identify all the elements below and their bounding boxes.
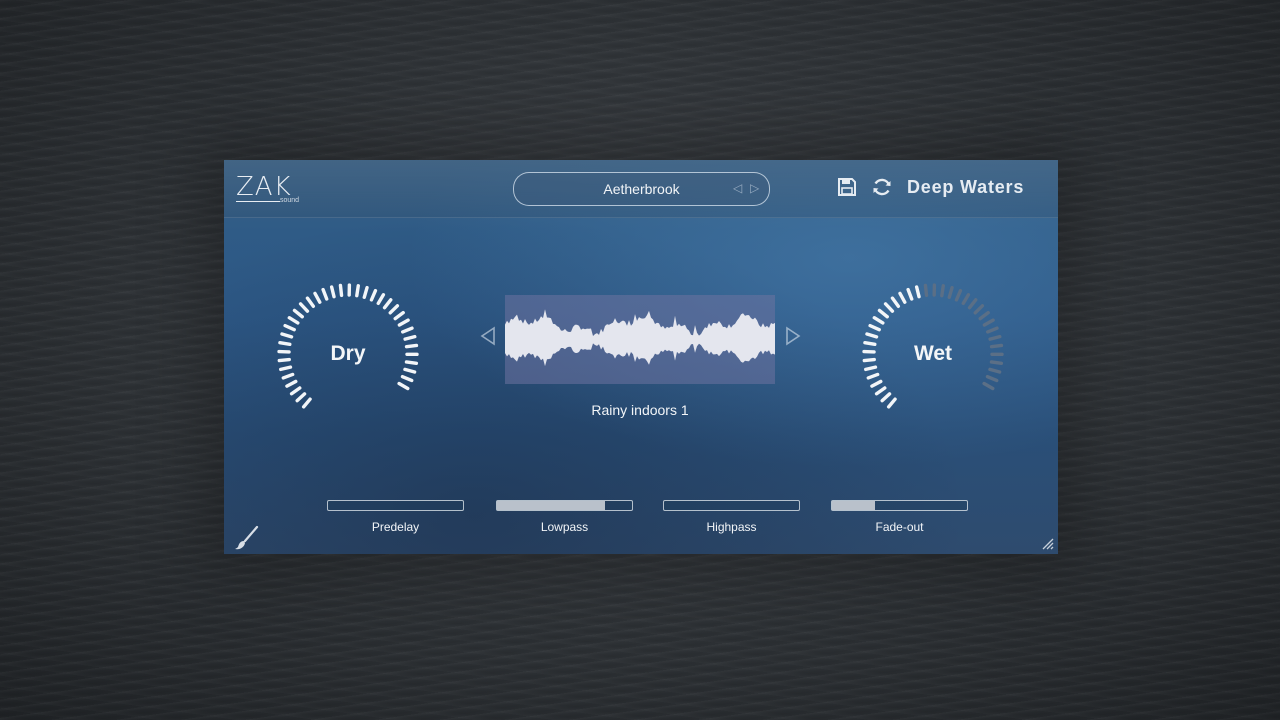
wet-knob[interactable]: Wet [858,279,1008,429]
lowpass-label: Lowpass [540,520,589,534]
highpass-slider[interactable] [663,500,800,511]
refresh-icon[interactable] [871,176,893,198]
fade-out-slider[interactable] [831,500,968,511]
product-name: Deep Waters [907,177,1025,197]
predelay-slider[interactable] [327,500,464,511]
paintbrush-icon[interactable] [232,524,260,552]
fade-out-label: Fade-out [875,520,924,534]
dry-knob-label: Dry [330,342,366,365]
predelay-label: Predelay [371,520,420,534]
dry-knob[interactable]: Dry [273,279,423,429]
lowpass-slider[interactable] [496,500,633,511]
save-icon[interactable] [837,177,857,197]
plugin-window: ZAK sound Aetherbrook ◁ ▷ Deep Waters Dr… [224,160,1058,554]
waveform-path [505,309,775,367]
preset-name: Aetherbrook [603,181,680,197]
next-preset-icon[interactable]: ▷ [750,181,759,195]
wet-knob-label: Wet [913,342,953,365]
lowpass-slider-fill [497,501,605,510]
prev-preset-icon[interactable]: ◁ [733,181,742,195]
sample-waveform[interactable] [505,295,775,384]
sample-name: Rainy indoors 1 [591,402,689,418]
resize-grip-icon[interactable] [1040,536,1054,550]
waveform-graphic [505,309,775,367]
zak-logo: ZAK sound [236,174,299,204]
preset-selector[interactable]: Aetherbrook ◁ ▷ [513,172,770,206]
logo-subtext: sound [280,197,300,204]
plugin-header: ZAK sound Aetherbrook ◁ ▷ Deep Waters [224,160,1058,218]
highpass-label: Highpass [706,520,757,534]
fade-out-slider-fill [832,501,876,510]
triangle-left-icon[interactable] [478,325,498,347]
triangle-right-icon[interactable] [783,325,803,347]
logo-underline [236,201,280,202]
